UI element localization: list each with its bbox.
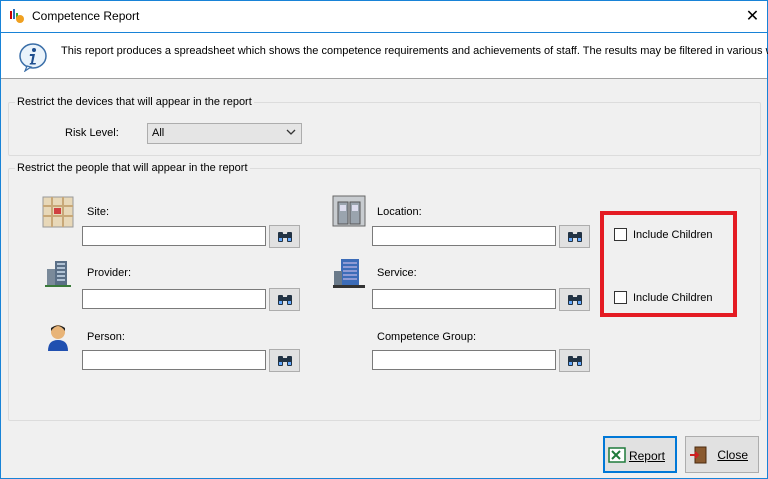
- site-map-icon: [42, 196, 74, 228]
- provider-search-button[interactable]: [269, 288, 300, 311]
- close-button-label: Close: [717, 448, 748, 462]
- info-banner: This report produces a spreadsheet which…: [1, 32, 768, 79]
- chevron-down-icon: [286, 129, 296, 135]
- binoculars-icon: [568, 232, 582, 242]
- close-button[interactable]: Close: [685, 436, 759, 473]
- report-button[interactable]: Report: [603, 436, 677, 473]
- competence-group-label: Competence Group:: [377, 331, 477, 343]
- include-children-location-checkbox[interactable]: [614, 228, 627, 241]
- window-title: Competence Report: [32, 9, 140, 23]
- location-label: Location:: [377, 206, 422, 218]
- site-label: Site:: [87, 206, 110, 218]
- report-button-label: Report: [628, 449, 665, 463]
- info-icon: [19, 43, 47, 72]
- info-text: This report produces a spreadsheet which…: [61, 45, 768, 57]
- risk-level-label: Risk Level:: [65, 127, 119, 139]
- include-children-service-checkbox[interactable]: [614, 291, 627, 304]
- close-icon: ✕: [745, 8, 760, 25]
- binoculars-icon: [278, 232, 292, 242]
- risk-level-select[interactable]: All: [147, 123, 302, 144]
- site-search-button[interactable]: [269, 225, 300, 248]
- provider-building-icon: [45, 261, 71, 287]
- report-app-icon: [10, 9, 24, 23]
- risk-level-value: All: [152, 127, 165, 139]
- person-search-button[interactable]: [269, 349, 300, 372]
- binoculars-icon: [568, 295, 582, 305]
- binoculars-icon: [568, 356, 582, 366]
- competence-report-window: Competence Report ✕ This report produces…: [0, 0, 768, 479]
- person-icon: [48, 325, 68, 351]
- service-search-button[interactable]: [559, 288, 590, 311]
- location-door-icon: [332, 195, 366, 227]
- provider-label: Provider:: [87, 267, 132, 279]
- person-field[interactable]: [82, 350, 266, 370]
- service-building-icon: [333, 259, 365, 288]
- provider-field[interactable]: [82, 289, 266, 309]
- service-field[interactable]: [372, 289, 556, 309]
- binoculars-icon: [278, 356, 292, 366]
- site-field[interactable]: [82, 226, 266, 246]
- window-close-button[interactable]: ✕: [738, 1, 767, 32]
- location-search-button[interactable]: [559, 225, 590, 248]
- include-children-service-label: Include Children: [633, 292, 713, 304]
- location-field[interactable]: [372, 226, 556, 246]
- binoculars-icon: [278, 295, 292, 305]
- competence-group-search-button[interactable]: [559, 349, 590, 372]
- service-label: Service:: [377, 267, 417, 279]
- competence-group-field[interactable]: [372, 350, 556, 370]
- devices-group-title: Restrict the devices that will appear in…: [15, 96, 254, 108]
- title-bar: Competence Report ✕: [1, 1, 767, 32]
- person-label: Person:: [87, 331, 125, 343]
- people-group-title: Restrict the people that will appear in …: [15, 162, 250, 174]
- devices-groupbox: Restrict the devices that will appear in…: [8, 96, 761, 156]
- include-children-location-label: Include Children: [633, 229, 713, 241]
